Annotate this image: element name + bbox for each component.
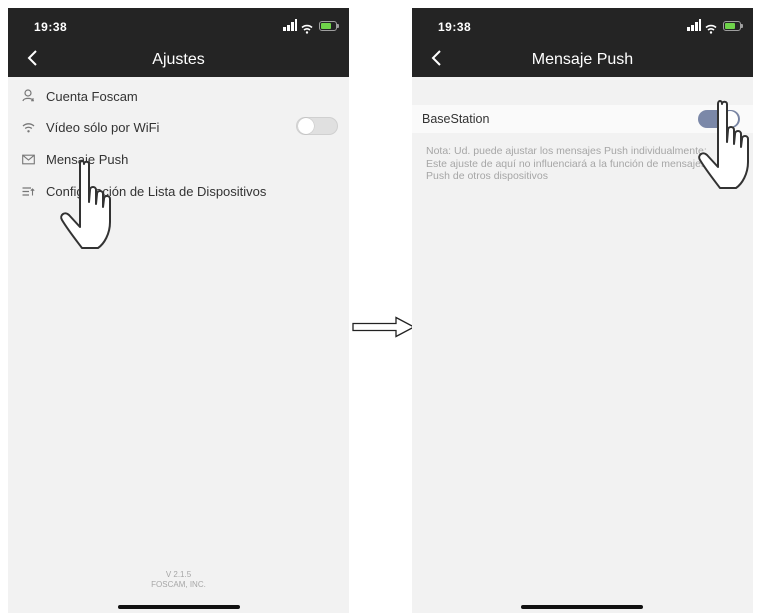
menu-item-account[interactable]: Cuenta Foscam (8, 81, 349, 111)
pointing-hand-icon (698, 100, 749, 189)
battery-icon (723, 21, 743, 31)
wifi-icon (22, 120, 35, 133)
page-title: Mensaje Push (531, 51, 634, 68)
signal-icon (283, 19, 297, 31)
signal-icon (687, 19, 701, 31)
list-settings-icon (22, 184, 35, 196)
user-icon (22, 89, 34, 102)
toggle-knob (298, 118, 314, 134)
wifi-icon (705, 21, 717, 34)
battery-icon (319, 21, 339, 31)
envelope-icon (22, 152, 35, 165)
push-messages-screen: 19:38 Mensaje Push BaseStation Nota: Ud.… (412, 8, 753, 613)
wifi-icon (301, 21, 313, 34)
right-arrow-icon (352, 316, 416, 338)
status-time: 19:38 (34, 20, 68, 34)
menu-item-label: Cuenta Foscam (46, 89, 138, 104)
top-bar: 19:38 Ajustes (8, 8, 349, 77)
home-indicator (521, 605, 643, 609)
status-time: 19:38 (438, 20, 472, 34)
top-bar: 19:38 Mensaje Push (412, 8, 753, 77)
wifi-only-toggle[interactable] (296, 117, 338, 135)
pointing-hand-icon (60, 160, 111, 249)
basestation-label: BaseStation (422, 112, 490, 126)
note-text: Nota: Ud. puede ajustar los mensajes Pus… (426, 145, 707, 182)
settings-screen: 19:38 Ajustes Cuenta Foscam Vídeo sólo p… (8, 8, 349, 613)
app-version: V 2.1.5 (165, 570, 192, 579)
menu-item-wifi-only[interactable]: Vídeo sólo por WiFi (8, 112, 349, 142)
home-indicator (118, 605, 240, 609)
page-title: Ajustes (152, 51, 205, 68)
company-name: FOSCAM, INC. (151, 580, 206, 589)
menu-item-label: Vídeo sólo por WiFi (46, 120, 160, 135)
